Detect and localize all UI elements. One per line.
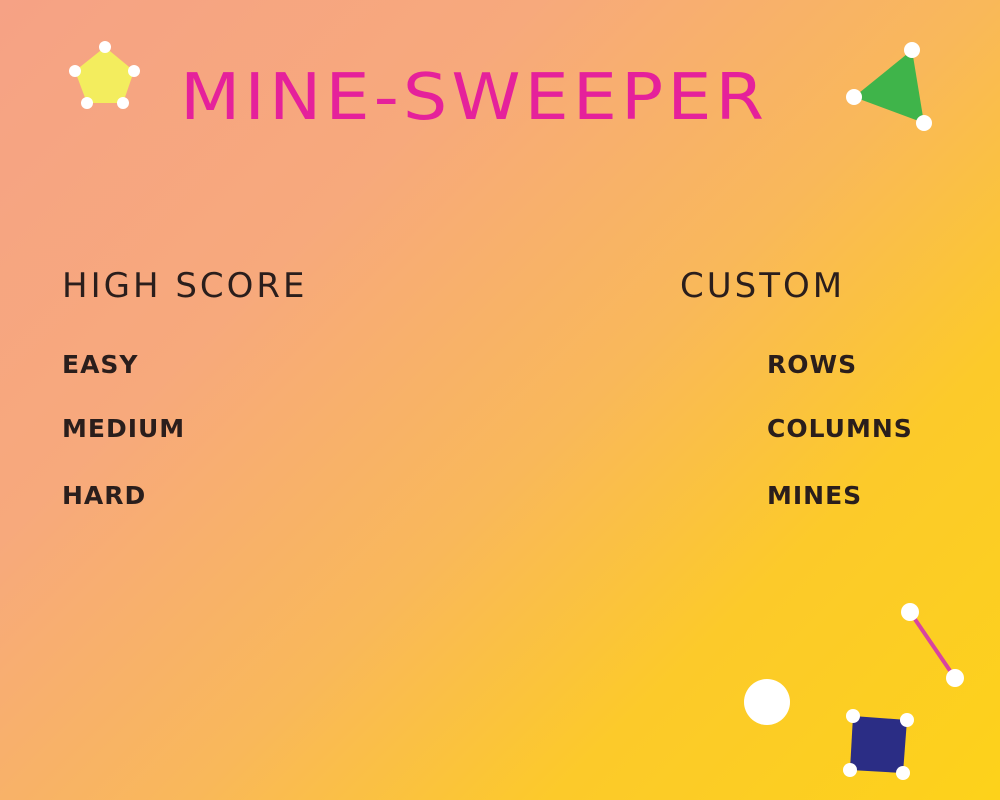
pentagon-icon bbox=[69, 41, 140, 109]
custom-columns[interactable]: Columns bbox=[767, 414, 913, 444]
game-title: Mine-sweeper bbox=[180, 59, 769, 135]
square-icon bbox=[843, 709, 914, 780]
custom-rows[interactable]: Rows bbox=[767, 350, 857, 380]
high-score-medium[interactable]: Medium bbox=[62, 414, 185, 444]
segment-icon bbox=[901, 603, 964, 687]
high-score-heading: High score bbox=[62, 266, 308, 306]
custom-heading: Custom bbox=[680, 266, 846, 306]
circle-icon bbox=[744, 679, 790, 725]
custom-mines[interactable]: Mines bbox=[767, 481, 862, 511]
high-score-hard[interactable]: Hard bbox=[62, 481, 146, 511]
high-score-easy[interactable]: Easy bbox=[62, 350, 139, 380]
triangle-icon bbox=[846, 42, 932, 131]
